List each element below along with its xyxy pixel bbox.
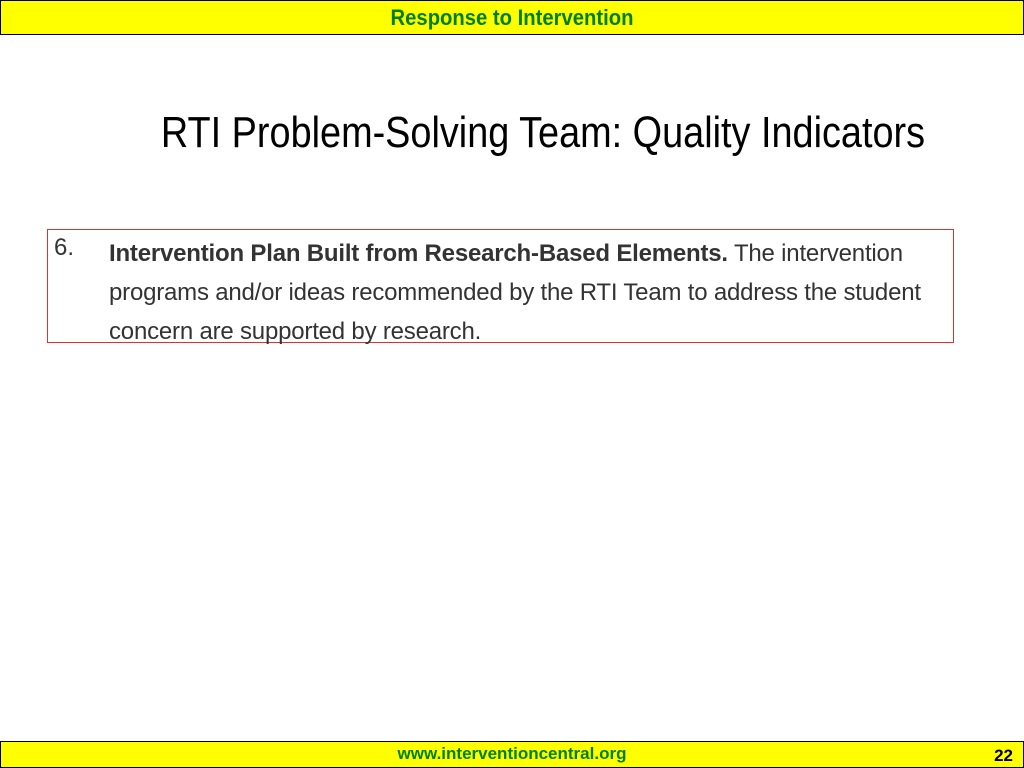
indicator-number: 6.: [54, 234, 75, 261]
slide-title: RTI Problem-Solving Team: Quality Indica…: [160, 108, 926, 157]
header-title: Response to Intervention: [390, 4, 634, 30]
footer-website-link[interactable]: www.interventioncentral.org: [1, 744, 1023, 764]
quality-indicator-box: 6. Intervention Plan Built from Research…: [47, 229, 954, 345]
footer-banner: www.interventioncentral.org 22: [0, 741, 1024, 768]
indicator-text: Intervention Plan Built from Research-Ba…: [109, 234, 954, 351]
page-number: 22: [994, 746, 1013, 765]
slide: Response to Intervention RTI Problem-Sol…: [0, 0, 1024, 768]
header-banner: Response to Intervention: [0, 0, 1024, 35]
indicator-heading: Intervention Plan Built from Research-Ba…: [109, 240, 728, 267]
